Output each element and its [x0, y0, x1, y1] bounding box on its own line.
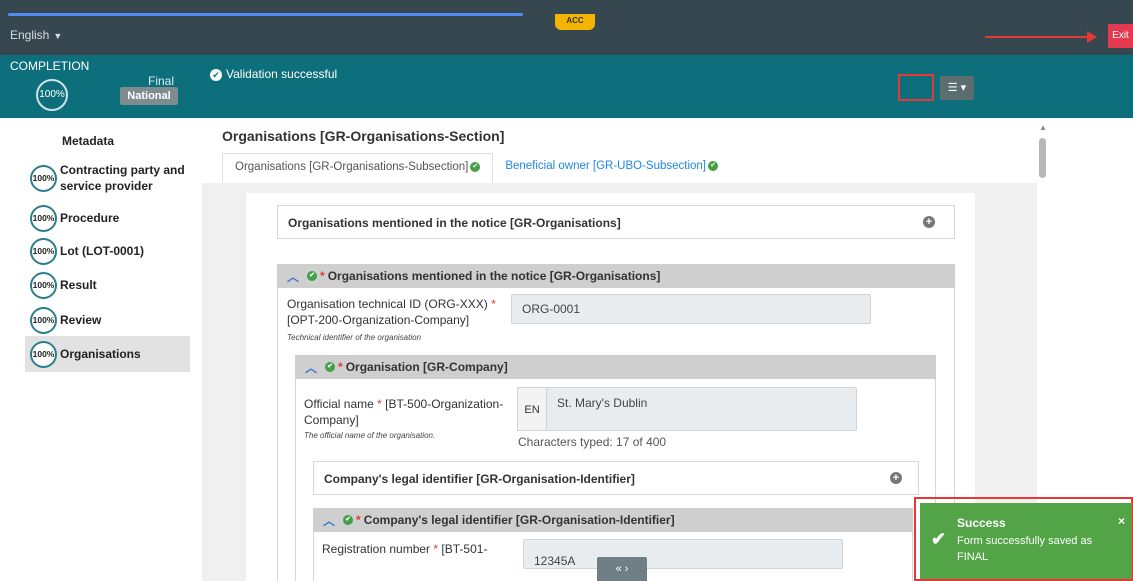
completion-band: COMPLETION 100% Final National ✔ Validati…	[0, 55, 1133, 118]
tech-id-label-ref: [OPT-200-Organization-Company]	[287, 313, 470, 327]
tab-label: Organisations [GR-Organisations-Subsecti…	[235, 161, 469, 173]
registration-label: Registration number * [BT-501-	[322, 541, 487, 557]
check-circle-icon: ✔	[307, 271, 318, 281]
sidebar-item-label: Result	[60, 278, 97, 292]
tech-id-hint: Technical identifier of the organisation	[287, 333, 422, 342]
tab-label: Beneficial owner [GR-UBO-Subsection]	[505, 160, 707, 172]
tech-id-label-text: Organisation technical ID (ORG-XXX)	[287, 297, 488, 311]
check-circle-icon: ✔	[708, 160, 719, 171]
sidebar-item-label: Review	[60, 313, 102, 327]
scope-badge: National	[120, 87, 178, 105]
official-name-label: Official name * [BT-500-Organization- Co…	[304, 396, 503, 428]
required-marker: *	[433, 542, 439, 556]
completion-label: COMPLETION	[10, 59, 90, 73]
sliders-icon: ☰ ▾	[947, 82, 967, 94]
progress-ring-icon: 100%	[30, 164, 57, 192]
registration-input[interactable]: 12345A	[523, 539, 843, 569]
language-label: English	[10, 28, 50, 42]
chevron-down-icon: ▼	[53, 31, 63, 41]
group-title: Organisations mentioned in the notice [G…	[288, 216, 621, 230]
loading-progress-line	[8, 13, 523, 16]
group-legal-id-collapsed[interactable]: Company's legal identifier [GR-Organisat…	[313, 461, 919, 495]
tech-id-label: Organisation technical ID (ORG-XXX) * [O…	[287, 296, 496, 328]
chevron-up-icon[interactable]: ︿	[323, 512, 335, 529]
required-marker: *	[356, 513, 361, 527]
progress-ring-icon: 100%	[30, 237, 57, 265]
sidebar-item-label: Organisations	[60, 347, 141, 361]
toast-message: Form successfully saved as FINAL	[957, 535, 1093, 563]
official-name-label-ref: [BT-500-Organization-	[385, 397, 504, 411]
subsection-tabs: Organisations [GR-Organisations-Subsecti…	[222, 153, 730, 183]
validation-status: ✔ Validation successful	[210, 67, 337, 81]
check-icon: ✔	[931, 529, 947, 549]
add-circle-icon[interactable]: +	[923, 216, 935, 228]
official-name-textarea[interactable]: St. Mary's Dublin	[546, 387, 857, 431]
sidebar-item-lot[interactable]: 100% Lot (LOT-0001)	[25, 237, 190, 265]
required-marker: *	[377, 397, 382, 411]
page-title: Organisations [GR-Organisations-Section]	[222, 128, 505, 144]
progress-ring-icon: 100%	[30, 306, 57, 334]
exit-button[interactable]: Exit	[1108, 24, 1133, 48]
scroll-up-arrow-icon[interactable]: ▲	[1039, 123, 1047, 132]
top-bar: ACC English ▼ Exit	[0, 0, 1133, 55]
stage-label: Final	[148, 74, 175, 88]
sidebar-item-review[interactable]: 100% Review	[25, 306, 190, 334]
registration-label-ref: [BT-501-	[441, 542, 488, 556]
sidebar-item-procedure[interactable]: 100% Procedure	[25, 204, 190, 232]
progress-ring-icon: 100%	[30, 271, 57, 299]
group-company-header[interactable]: ︿ ✔ * Organisation [GR-Company]	[295, 355, 936, 379]
official-name-label-text: Official name	[304, 397, 374, 411]
sidebar-item-label: Procedure	[60, 211, 120, 225]
scrollbar-thumb[interactable]	[1039, 138, 1046, 178]
sidebar-item-label: Contracting party and service provider	[60, 163, 185, 193]
annotation-arrow	[985, 31, 1097, 43]
character-counter: Characters typed: 17 of 400	[518, 435, 667, 449]
required-marker: *	[338, 360, 343, 374]
official-name-label-ref2: Company]	[304, 413, 359, 427]
validation-message: Validation successful	[226, 67, 338, 81]
check-circle-icon: ✔	[325, 362, 336, 372]
progress-ring-icon: 100%	[30, 340, 57, 368]
required-marker: *	[491, 297, 496, 311]
highlight-box	[898, 74, 934, 101]
tech-id-input[interactable]: ORG-0001	[511, 294, 871, 324]
completion-progress-ring: 100%	[36, 79, 68, 111]
registration-label-text: Registration number	[322, 542, 431, 556]
group-legal-id-header[interactable]: ︿ ✔ * Company's legal identifier [GR-Org…	[313, 508, 913, 532]
close-icon[interactable]: ×	[1118, 514, 1125, 528]
group-organisations-header[interactable]: ︿ ✔ * Organisations mentioned in the not…	[277, 264, 955, 288]
section-pager-button[interactable]: « ›	[597, 557, 647, 581]
check-circle-icon: ✔	[343, 515, 354, 525]
progress-ring-icon: 100%	[30, 204, 57, 232]
sidebar-item-label: Lot (LOT-0001)	[60, 244, 145, 258]
official-name-hint: The official name of the organisation.	[304, 431, 436, 440]
tab-organisations[interactable]: Organisations [GR-Organisations-Subsecti…	[222, 153, 494, 183]
sidebar-item-organisations[interactable]: 100% Organisations	[25, 336, 190, 372]
check-circle-icon: ✔	[470, 161, 481, 172]
group-title: Organisation [GR-Company]	[345, 360, 508, 374]
group-title: Company's legal identifier [GR-Organisat…	[324, 472, 635, 486]
check-circle-icon: ✔	[210, 69, 222, 81]
toast-title: Success	[957, 516, 1006, 530]
chevron-up-icon[interactable]: ︿	[287, 268, 299, 285]
environment-badge: ACC	[555, 14, 595, 30]
required-marker: *	[320, 269, 325, 283]
sidebar-item-contracting-party[interactable]: 100% Contracting party and service provi…	[25, 160, 190, 196]
group-organisations-collapsed[interactable]: Organisations mentioned in the notice [G…	[277, 205, 955, 239]
sidebar-item-label: Metadata	[62, 134, 115, 148]
chevron-up-icon[interactable]: ︿	[305, 359, 317, 376]
group-title: Company's legal identifier [GR-Organisat…	[363, 513, 675, 527]
add-circle-icon[interactable]: +	[890, 472, 902, 484]
language-selector[interactable]: English ▼	[10, 28, 62, 42]
sidebar-item-metadata[interactable]: Metadata	[25, 130, 190, 152]
success-toast: ✔ Success Form successfully saved as FIN…	[920, 503, 1132, 579]
filter-settings-button[interactable]: ☰ ▾	[940, 76, 974, 100]
group-title: Organisations mentioned in the notice [G…	[327, 269, 661, 283]
sidebar-item-result[interactable]: 100% Result	[25, 271, 190, 299]
language-prefix: EN	[517, 387, 547, 431]
tab-beneficial-owner[interactable]: Beneficial owner [GR-UBO-Subsection] ✔	[493, 153, 730, 183]
